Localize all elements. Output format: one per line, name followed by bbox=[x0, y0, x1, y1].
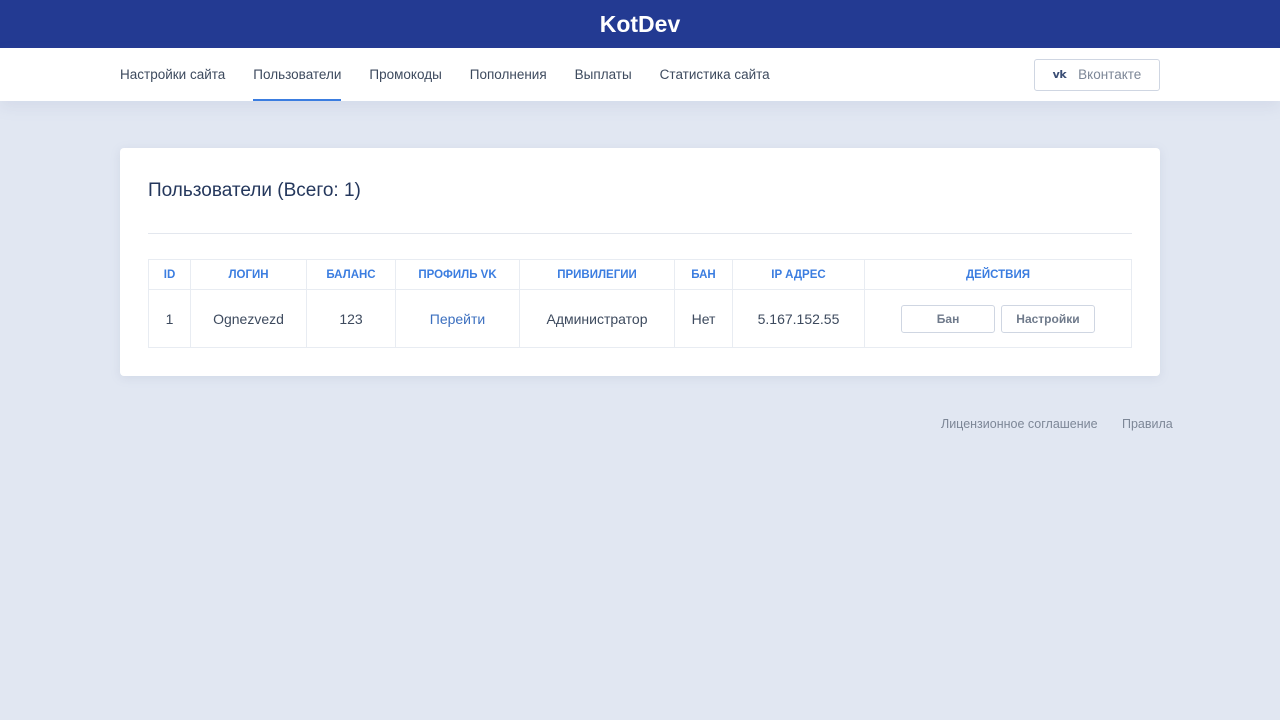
vk-icon: vk bbox=[1052, 68, 1067, 81]
column-header-actions: Действия bbox=[864, 259, 1132, 290]
column-header-ip: IP адрес bbox=[732, 259, 865, 290]
users-table: ID Логин Баланс Профиль VK Привилегии Ба… bbox=[148, 259, 1132, 348]
footer-license-link[interactable]: Лицензионное соглашение bbox=[941, 417, 1098, 431]
footer-rules-link[interactable]: Правила bbox=[1122, 417, 1173, 431]
cell-login: Ognezvezd bbox=[190, 289, 307, 348]
divider bbox=[148, 233, 1132, 234]
vk-profile-link[interactable]: Перейти bbox=[395, 289, 520, 348]
vk-button[interactable]: vk Вконтакте bbox=[1034, 58, 1160, 91]
nav-item-users[interactable]: Пользователи bbox=[253, 48, 342, 101]
cell-balance: 123 bbox=[306, 289, 396, 348]
table-header-row: ID Логин Баланс Профиль VK Привилегии Ба… bbox=[148, 259, 1132, 290]
nav-item-site-stats[interactable]: Статистика сайта bbox=[660, 48, 770, 101]
cell-ip: 5.167.152.55 bbox=[732, 289, 865, 348]
nav-item-deposits[interactable]: Пополнения bbox=[470, 48, 547, 101]
table-row: 1 Ognezvezd 123 Перейти Администратор Не… bbox=[148, 289, 1132, 348]
cell-privileges: Администратор bbox=[519, 289, 675, 348]
column-header-privileges: Привилегии bbox=[519, 259, 675, 290]
vk-button-label: Вконтакте bbox=[1078, 67, 1142, 82]
users-card: Пользователи (Всего: 1) ID Логин Баланс … bbox=[120, 148, 1160, 376]
column-header-ban: Бан bbox=[674, 259, 733, 290]
cell-actions: Бан Настройки bbox=[864, 289, 1132, 348]
column-header-id: ID bbox=[148, 259, 191, 290]
column-header-balance: Баланс bbox=[306, 259, 396, 290]
cell-ban-status: Нет bbox=[674, 289, 733, 348]
nav-item-promocodes[interactable]: Промокоды bbox=[369, 48, 441, 101]
top-header: KotDev bbox=[0, 0, 1280, 48]
page-title: Пользователи (Всего: 1) bbox=[148, 180, 361, 201]
nav-item-site-settings[interactable]: Настройки сайта bbox=[120, 48, 225, 101]
nav-item-payouts[interactable]: Выплаты bbox=[575, 48, 632, 101]
ban-button[interactable]: Бан bbox=[901, 304, 996, 333]
brand-logo[interactable]: KotDev bbox=[600, 11, 681, 38]
column-header-vk-profile: Профиль VK bbox=[395, 259, 520, 290]
main-nav: Настройки сайта Пользователи Промокоды П… bbox=[0, 48, 1280, 101]
column-header-login: Логин bbox=[190, 259, 307, 290]
settings-button[interactable]: Настройки bbox=[1000, 304, 1095, 333]
cell-id: 1 bbox=[148, 289, 191, 348]
